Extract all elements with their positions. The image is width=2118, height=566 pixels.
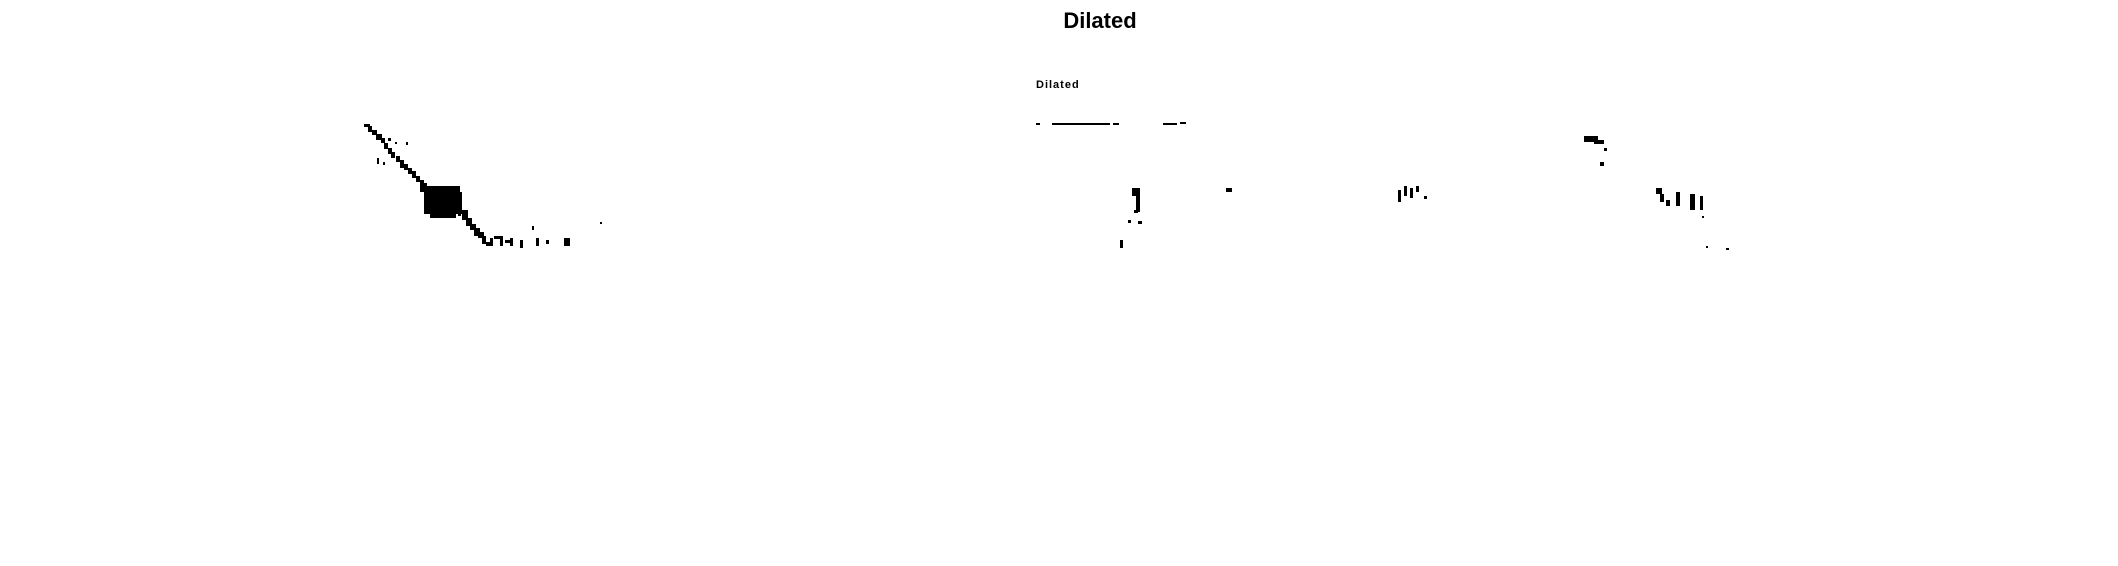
dilated-image: Dilated xyxy=(364,79,1729,250)
figure-window: Dilated Dilated xyxy=(0,0,2118,566)
scanline-marks xyxy=(1036,122,1186,125)
diagonal-blob xyxy=(364,124,602,248)
scattered-blobs xyxy=(1120,136,1729,250)
image-inner-label: Dilated xyxy=(1036,79,1080,91)
